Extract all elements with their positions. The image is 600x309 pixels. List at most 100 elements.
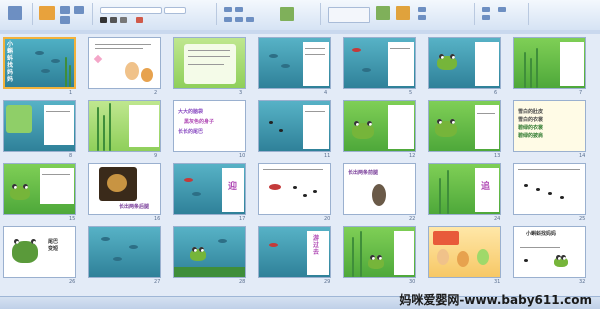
slide-number: 27 (154, 279, 161, 285)
font-group (96, 3, 217, 25)
grass (360, 231, 362, 277)
slide-thumbnail[interactable]: 小蝌蚪找妈妈 (513, 226, 586, 278)
slide-thumbnail[interactable] (513, 37, 586, 89)
arrange-icon[interactable] (376, 6, 390, 20)
tadpole-photo (372, 184, 386, 206)
shape-outline-icon[interactable] (418, 15, 426, 20)
find-icon[interactable] (482, 7, 490, 12)
replace-icon[interactable] (482, 15, 490, 20)
slide-thumbnail[interactable] (343, 100, 416, 152)
grass (103, 115, 105, 151)
font-color-icon[interactable] (136, 17, 143, 23)
slide-text-line: 黑灰色的身子 (184, 119, 215, 125)
fish-icon (101, 237, 110, 241)
select-icon[interactable] (498, 7, 506, 12)
paragraph-group (220, 3, 321, 25)
slide-thumbnail[interactable] (88, 226, 161, 278)
fish-icon (269, 184, 281, 190)
numbering-icon[interactable] (235, 7, 243, 12)
slide-label: 迎 (228, 182, 238, 192)
clipboard-group (4, 3, 33, 25)
bullets-icon[interactable] (224, 7, 232, 12)
drawing-group (324, 3, 475, 25)
text-line (95, 48, 143, 49)
slide-thumbnail[interactable]: 长出两条前腿 (343, 163, 416, 215)
delete-slide-icon[interactable] (74, 6, 84, 14)
frog-icon (12, 239, 38, 263)
italic-icon[interactable] (110, 17, 117, 23)
slide-number: 5 (409, 90, 413, 96)
text-line (518, 169, 580, 170)
slide-thumbnail[interactable] (173, 37, 246, 89)
slide-number: 11 (324, 153, 331, 159)
tadpole-icon (560, 196, 564, 199)
fish-icon (362, 68, 371, 72)
slide-thumbnail[interactable] (3, 100, 76, 152)
slide-thumbnail[interactable] (88, 37, 161, 89)
quick-styles-icon[interactable] (396, 6, 410, 20)
slide-thumbnail[interactable] (258, 163, 331, 215)
slide-number: 16 (154, 216, 161, 222)
shapes-gallery[interactable] (328, 7, 370, 23)
align-right-icon[interactable] (246, 17, 254, 22)
slide-thumbnail[interactable]: 小蝌蚪找妈妈 (3, 37, 76, 89)
font-name-box[interactable] (100, 7, 162, 14)
title-banner (433, 231, 459, 245)
slide-number: 4 (324, 90, 328, 96)
slide-thumbnail[interactable]: 大大的脑袋 黑灰色的身子 长长的尾巴 (173, 100, 246, 152)
flower-icon (93, 54, 103, 64)
underline-icon[interactable] (120, 17, 127, 23)
slide-number: 9 (154, 153, 158, 159)
paste-icon[interactable] (8, 6, 22, 20)
text-line (520, 247, 560, 248)
slide-thumbnail[interactable] (513, 163, 586, 215)
slide-text-line: 大大的脑袋 (178, 109, 204, 115)
layout-icon[interactable] (60, 6, 70, 14)
slide-thumbnail[interactable] (428, 100, 501, 152)
slide-text-line: 雪白的衣裳 (518, 117, 544, 123)
slide-thumbnail[interactable]: 尾巴变短 (3, 226, 76, 278)
slide-number: 29 (324, 279, 331, 285)
bold-icon[interactable] (100, 17, 107, 23)
frog-icon (10, 184, 30, 200)
slide-thumbnail[interactable]: 游过去 (258, 226, 331, 278)
slide-thumbnail[interactable]: 雪白的肚皮 雪白的衣裳 碧绿的衣裳 碧绿的披肩 (513, 100, 586, 152)
slide-thumbnail[interactable] (258, 37, 331, 89)
new-slide-icon[interactable] (39, 6, 55, 20)
slide-number: 10 (239, 153, 246, 159)
slide-thumbnail[interactable] (173, 226, 246, 278)
text-line (188, 64, 224, 65)
slide-thumbnail[interactable]: 追 (428, 163, 501, 215)
slide-caption: 长出两条后腿 (119, 204, 150, 210)
font-size-box[interactable] (164, 7, 186, 14)
shape-fill-icon[interactable] (418, 7, 426, 12)
frog-icon (368, 255, 384, 269)
slide-thumbnail[interactable]: 迎 (173, 163, 246, 215)
slide-thumbnail[interactable] (3, 163, 76, 215)
waterweed (69, 65, 71, 87)
child-icon (437, 249, 449, 265)
text-panel (394, 231, 414, 275)
reset-icon[interactable] (60, 16, 70, 24)
slides-group (36, 3, 93, 25)
align-center-icon[interactable] (235, 17, 243, 22)
smartart-icon[interactable] (280, 7, 294, 21)
slide-thumbnail[interactable] (258, 100, 331, 152)
slide-thumbnail[interactable] (343, 226, 416, 278)
align-left-icon[interactable] (224, 17, 232, 22)
slide-thumbnail[interactable] (88, 100, 161, 152)
slide-thumbnail[interactable] (428, 37, 501, 89)
slide-thumbnail[interactable]: 长出两条后腿 (88, 163, 161, 215)
slide-text-line: 碧绿的披肩 (518, 133, 544, 139)
fish-icon (192, 192, 201, 196)
slide-thumbnail[interactable] (343, 37, 416, 89)
text-panel (560, 42, 584, 86)
text-line (188, 56, 230, 57)
tadpole-photo (107, 174, 127, 192)
slide-thumbnail[interactable] (428, 226, 501, 278)
slide-title: 小蝌蚪找妈妈 (7, 41, 14, 83)
text-line (305, 54, 325, 55)
frog-icon (437, 54, 457, 70)
cat-icon (141, 68, 153, 82)
slide-number: 14 (579, 153, 586, 159)
